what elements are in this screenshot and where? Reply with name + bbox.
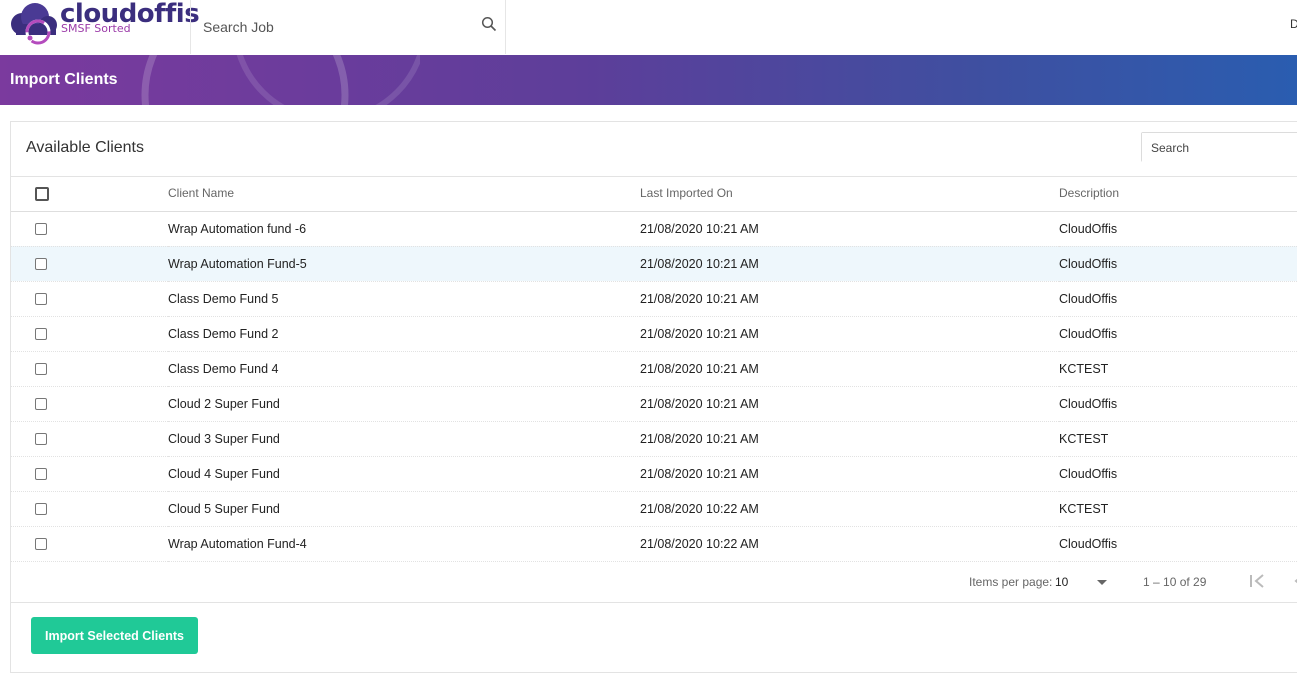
description-cell: CloudOffis (1059, 256, 1118, 271)
description-cell: KCTEST (1059, 361, 1109, 376)
row-select-cell (11, 526, 168, 561)
row-select-cell (11, 351, 168, 386)
column-header-description[interactable]: Description (1059, 176, 1297, 211)
row-checkbox[interactable] (35, 468, 47, 481)
clients-table: Client Name Last Imported On Description… (11, 176, 1297, 562)
row-select-cell (11, 491, 168, 526)
row-select-cell (11, 211, 168, 246)
table-row[interactable]: Wrap Automation Fund-5 21/08/2020 10:21 A… (11, 246, 1297, 281)
description-cell: CloudOffis (1059, 396, 1118, 411)
last-imported-cell: 21/08/2020 10:21 AM (640, 221, 759, 236)
client-name-cell: Class Demo Fund 5 (168, 291, 279, 306)
last-imported-cell: 21/08/2020 10:21 AM (640, 291, 759, 306)
row-checkbox[interactable] (35, 538, 47, 551)
table-row[interactable]: Cloud 4 Super Fund 21/08/2020 10:21 AM Clo… (11, 456, 1297, 491)
items-per-page-label: Items per page: (969, 575, 1053, 589)
card-header: Available Clients (11, 122, 1297, 177)
table-search-input[interactable] (1142, 133, 1297, 163)
page-range: 1 – 10 of 29 (1143, 575, 1207, 589)
row-checkbox[interactable] (35, 433, 47, 446)
table-row[interactable]: Wrap Automation Fund-4 21/08/2020 10:22 A… (11, 526, 1297, 561)
row-checkbox[interactable] (35, 223, 47, 236)
select-all-checkbox[interactable] (35, 186, 49, 201)
client-name-cell: Class Demo Fund 2 (168, 326, 279, 341)
description-cell: KCTEST (1059, 431, 1109, 446)
table-row[interactable]: Cloud 5 Super Fund 21/08/2020 10:22 AM KCT… (11, 491, 1297, 526)
row-select-cell (11, 386, 168, 421)
table-row[interactable]: Cloud 2 Super Fund 21/08/2020 10:21 AM Clo… (11, 386, 1297, 421)
table-row[interactable]: Cloud 3 Super Fund 21/08/2020 10:21 AM KCT… (11, 421, 1297, 456)
row-select-cell (11, 316, 168, 351)
first-page-icon[interactable] (1249, 573, 1267, 589)
client-name-cell: Cloud 2 Super Fund (168, 396, 280, 411)
table-row[interactable]: Class Demo Fund 4 21/08/2020 10:21 AM KCTE… (11, 351, 1297, 386)
description-cell: CloudOffis (1059, 326, 1118, 341)
description-cell: KCTEST (1059, 501, 1109, 516)
page-title: Import Clients (10, 71, 118, 88)
table-row[interactable]: Wrap Automation fund -6 21/08/2020 10:21 … (11, 211, 1297, 246)
table-row[interactable]: Class Demo Fund 2 21/08/2020 10:21 AM Clou… (11, 316, 1297, 351)
description-cell: CloudOffis (1059, 466, 1118, 481)
row-select-cell (11, 421, 168, 456)
paginator: Items per page: 10 1 – 10 of 29 (11, 562, 1297, 603)
card-title: Available Clients (26, 139, 144, 156)
top-bar: cloudoffis SMSF Sorted D (0, 0, 1297, 56)
description-cell: CloudOffis (1059, 536, 1118, 551)
cloud-logo-icon (11, 3, 57, 45)
table-body: Wrap Automation fund -6 21/08/2020 10:21 … (11, 211, 1297, 561)
row-checkbox[interactable] (35, 503, 47, 516)
import-selected-clients-button[interactable]: Import Selected Clients (31, 617, 198, 654)
brand-logo[interactable]: cloudoffis SMSF Sorted (0, 0, 200, 55)
column-header-last-imported[interactable]: Last Imported On (640, 176, 1059, 211)
page-banner: Import Clients (0, 55, 1297, 105)
row-checkbox[interactable] (35, 258, 47, 271)
table-search (1141, 132, 1297, 163)
search-icon[interactable] (481, 16, 497, 32)
client-name-cell: Cloud 4 Super Fund (168, 466, 280, 481)
client-name-cell: Class Demo Fund 4 (168, 361, 279, 376)
job-search-input[interactable] (201, 14, 465, 40)
column-header-client-name[interactable]: Client Name (168, 176, 640, 211)
table-header-row: Client Name Last Imported On Description (11, 176, 1297, 211)
last-imported-cell: 21/08/2020 10:21 AM (640, 361, 759, 376)
last-imported-cell: 21/08/2020 10:22 AM (640, 501, 759, 516)
row-select-cell (11, 281, 168, 316)
description-cell: CloudOffis (1059, 221, 1118, 236)
chevron-down-icon[interactable] (1097, 580, 1107, 585)
row-checkbox[interactable] (35, 293, 47, 306)
client-name-cell: Cloud 3 Super Fund (168, 431, 280, 446)
previous-page-icon[interactable] (1293, 573, 1297, 589)
last-imported-cell: 21/08/2020 10:21 AM (640, 256, 759, 271)
row-select-cell (11, 456, 168, 491)
last-imported-cell: 21/08/2020 10:21 AM (640, 431, 759, 446)
client-name-cell: Wrap Automation Fund-5 (168, 256, 307, 271)
client-name-cell: Wrap Automation Fund-4 (168, 536, 307, 551)
client-name-cell: Wrap Automation fund -6 (168, 221, 307, 236)
brand-tagline: SMSF Sorted (61, 22, 131, 35)
row-checkbox[interactable] (35, 328, 47, 341)
row-checkbox[interactable] (35, 398, 47, 411)
description-cell: CloudOffis (1059, 291, 1118, 306)
last-imported-cell: 21/08/2020 10:21 AM (640, 326, 759, 341)
last-imported-cell: 21/08/2020 10:21 AM (640, 396, 759, 411)
row-select-cell (11, 246, 168, 281)
select-all-cell (11, 176, 168, 211)
user-menu[interactable]: D (1290, 17, 1297, 31)
table-row[interactable]: Class Demo Fund 5 21/08/2020 10:21 AM Clou… (11, 281, 1297, 316)
row-checkbox[interactable] (35, 363, 47, 376)
job-search (190, 0, 506, 54)
available-clients-card: Available Clients Client Name Last Impor… (10, 121, 1297, 673)
last-imported-cell: 21/08/2020 10:21 AM (640, 466, 759, 481)
client-name-cell: Cloud 5 Super Fund (168, 501, 280, 516)
last-imported-cell: 21/08/2020 10:22 AM (640, 536, 759, 551)
items-per-page-select[interactable]: 10 (1055, 575, 1068, 589)
